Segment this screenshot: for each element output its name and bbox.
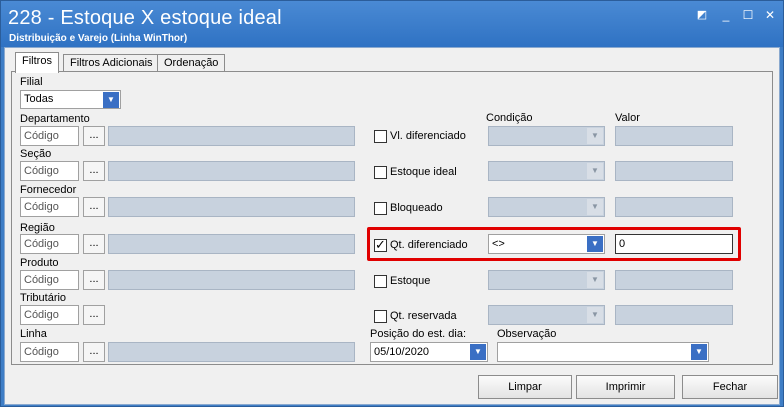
help-icon[interactable]: ◩	[693, 8, 711, 22]
vl-diferenciado-condition[interactable]: ▼	[488, 126, 605, 146]
qt-reservada-condition[interactable]: ▼	[488, 305, 605, 325]
vl-diferenciado-checkbox[interactable]	[374, 130, 387, 143]
main-window: 228 - Estoque X estoque ideal Distribuiç…	[0, 0, 784, 407]
departamento-label: Departamento	[20, 113, 90, 125]
produto-description	[108, 270, 355, 290]
linha-code-input[interactable]: Código	[20, 342, 79, 362]
title-bar[interactable]: 228 - Estoque X estoque ideal Distribuiç…	[1, 1, 783, 47]
tab-ordenacao[interactable]: Ordenação	[157, 54, 226, 72]
bloqueado-value[interactable]	[615, 197, 733, 217]
chevron-down-icon[interactable]: ▼	[103, 92, 119, 108]
observacao-label: Observação	[497, 328, 557, 340]
estoque-checkbox[interactable]	[374, 275, 387, 288]
tab-filtros-adicionais[interactable]: Filtros Adicionais	[63, 54, 160, 72]
chevron-down-icon: ▼	[587, 199, 603, 215]
tributario-label: Tributário	[20, 292, 67, 304]
qt-diferenciado-value[interactable]: 0	[615, 234, 733, 254]
vl-diferenciado-label: Vl. diferenciado	[390, 130, 466, 142]
qt-reservada-checkbox[interactable]	[374, 310, 387, 323]
window-title: 228 - Estoque X estoque ideal	[8, 7, 282, 29]
estoque-condition[interactable]: ▼	[488, 270, 605, 290]
regiao-label: Região	[20, 222, 55, 234]
bloqueado-checkbox[interactable]	[374, 202, 387, 215]
secao-lookup-button[interactable]: ...	[83, 161, 105, 181]
fornecedor-label: Fornecedor	[20, 184, 77, 196]
qt-diferenciado-condition-value: <>	[492, 238, 505, 250]
qt-diferenciado-label: Qt. diferenciado	[390, 239, 468, 251]
fornecedor-code-input[interactable]: Código	[20, 197, 79, 217]
chevron-down-icon[interactable]: ▼	[470, 344, 486, 360]
filial-select[interactable]: Todas ▼	[20, 90, 121, 109]
estoque-ideal-condition[interactable]: ▼	[488, 161, 605, 181]
chevron-down-icon: ▼	[587, 163, 603, 179]
linha-description	[108, 342, 355, 362]
regiao-description	[108, 234, 355, 254]
secao-label: Seção	[20, 148, 52, 160]
qt-diferenciado-condition[interactable]: <> ▼	[488, 234, 605, 254]
tab-filtros[interactable]: Filtros	[15, 52, 59, 73]
estoque-ideal-checkbox[interactable]	[374, 166, 387, 179]
qt-reservada-value[interactable]	[615, 305, 733, 325]
produto-code-input[interactable]: Código	[20, 270, 79, 290]
filters-panel: Filial Todas ▼ Departamento Código ... S…	[11, 71, 773, 365]
window-subtitle: Distribuição e Varejo (Linha WinThor)	[9, 33, 188, 44]
chevron-down-icon[interactable]: ▼	[587, 236, 603, 252]
qt-reservada-label: Qt. reservada	[390, 310, 457, 322]
fornecedor-lookup-button[interactable]: ...	[83, 197, 105, 217]
regiao-lookup-button[interactable]: ...	[83, 234, 105, 254]
minimize-icon[interactable]: _	[717, 8, 735, 22]
bloqueado-condition[interactable]: ▼	[488, 197, 605, 217]
fechar-button[interactable]: Fechar	[682, 375, 778, 399]
estoque-label: Estoque	[390, 275, 431, 287]
chevron-down-icon: ▼	[587, 272, 603, 288]
imprimir-button[interactable]: Imprimir	[576, 375, 675, 399]
maximize-icon[interactable]: ☐	[739, 8, 757, 22]
produto-label: Produto	[20, 257, 59, 269]
chevron-down-icon: ▼	[587, 128, 603, 144]
fornecedor-description	[108, 197, 355, 217]
observacao-select[interactable]: ▼	[497, 342, 709, 362]
tributario-lookup-button[interactable]: ...	[83, 305, 105, 325]
regiao-code-input[interactable]: Código	[20, 234, 79, 254]
linha-label: Linha	[20, 328, 47, 340]
vl-diferenciado-value[interactable]	[615, 126, 733, 146]
chevron-down-icon: ▼	[587, 307, 603, 323]
close-icon[interactable]: ✕	[761, 8, 779, 22]
qt-diferenciado-checkbox[interactable]	[374, 237, 387, 253]
posicao-date-value: 05/10/2020	[374, 346, 430, 358]
posicao-date-picker[interactable]: 05/10/2020 ▼	[370, 342, 488, 362]
estoque-ideal-value[interactable]	[615, 161, 733, 181]
departamento-description	[108, 126, 355, 146]
secao-description	[108, 161, 355, 181]
tributario-code-input[interactable]: Código	[20, 305, 79, 325]
produto-lookup-button[interactable]: ...	[83, 270, 105, 290]
filial-label: Filial	[20, 76, 43, 88]
chevron-down-icon[interactable]: ▼	[691, 344, 707, 360]
bloqueado-label: Bloqueado	[390, 202, 443, 214]
client-area: Filtros Filtros Adicionais Ordenação Fil…	[4, 47, 780, 405]
departamento-code-input[interactable]: Código	[20, 126, 79, 146]
secao-code-input[interactable]: Código	[20, 161, 79, 181]
departamento-lookup-button[interactable]: ...	[83, 126, 105, 146]
valor-header: Valor	[615, 112, 640, 124]
estoque-value[interactable]	[615, 270, 733, 290]
linha-lookup-button[interactable]: ...	[83, 342, 105, 362]
condicao-header: Condição	[486, 112, 533, 124]
posicao-label: Posição do est. dia:	[370, 328, 467, 340]
filial-value: Todas	[24, 93, 54, 105]
limpar-button[interactable]: Limpar	[478, 375, 572, 399]
estoque-ideal-label: Estoque ideal	[390, 166, 457, 178]
